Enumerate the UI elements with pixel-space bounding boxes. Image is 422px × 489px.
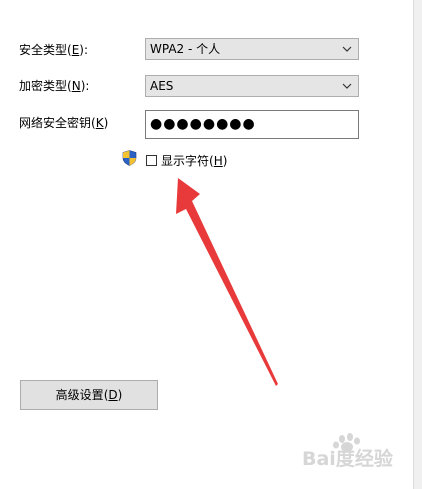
encryption-type-value: AES [150, 79, 174, 93]
window-right-edge [413, 0, 422, 489]
wifi-properties-dialog: 安全类型(E): WPA2 - 个人 加密类型(N): AES 网络安全密钥(K… [0, 0, 413, 489]
watermark-text: Bai度经验 [302, 447, 394, 470]
chevron-down-icon [342, 46, 352, 52]
show-chars-checkbox[interactable] [146, 155, 157, 166]
encryption-type-select[interactable]: AES [145, 75, 359, 97]
security-type-select[interactable]: WPA2 - 个人 [145, 38, 359, 60]
uac-shield-icon [122, 150, 137, 166]
network-key-value: ●●●●●●●● [150, 116, 256, 132]
security-type-label: 安全类型(E): [19, 43, 89, 57]
chevron-down-icon [342, 83, 352, 89]
show-chars-label[interactable]: 显示字符(H) [161, 153, 227, 169]
advanced-settings-button[interactable]: 高级设置(D) [20, 380, 158, 410]
network-key-label: 网络安全密钥(K) [19, 116, 109, 130]
network-key-input[interactable]: ●●●●●●●● [145, 110, 359, 139]
encryption-type-label: 加密类型(N): [19, 79, 90, 93]
security-type-value: WPA2 - 个人 [150, 42, 221, 56]
baidu-watermark-logo: Bai度经验 [302, 433, 394, 470]
